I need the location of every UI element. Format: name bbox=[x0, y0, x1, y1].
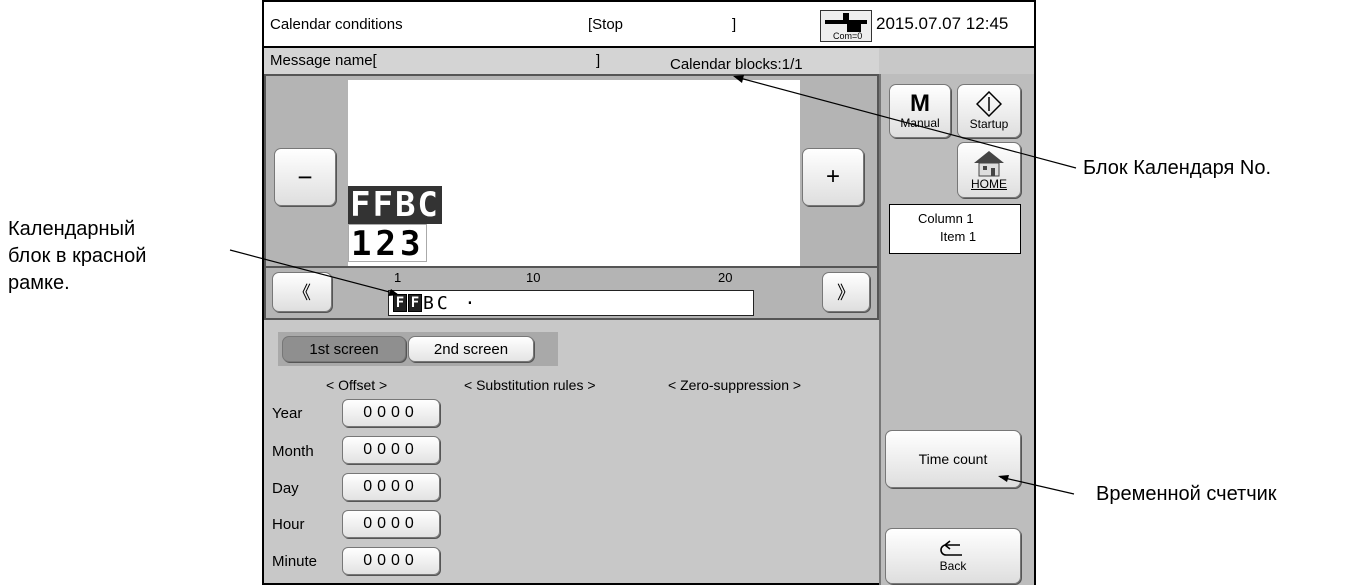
arrow-time-counter bbox=[998, 475, 1075, 495]
annotation-arrows bbox=[229, 75, 1077, 495]
arrow-calendar-block-no bbox=[733, 75, 1077, 169]
arrow-red-frame bbox=[229, 249, 399, 296]
